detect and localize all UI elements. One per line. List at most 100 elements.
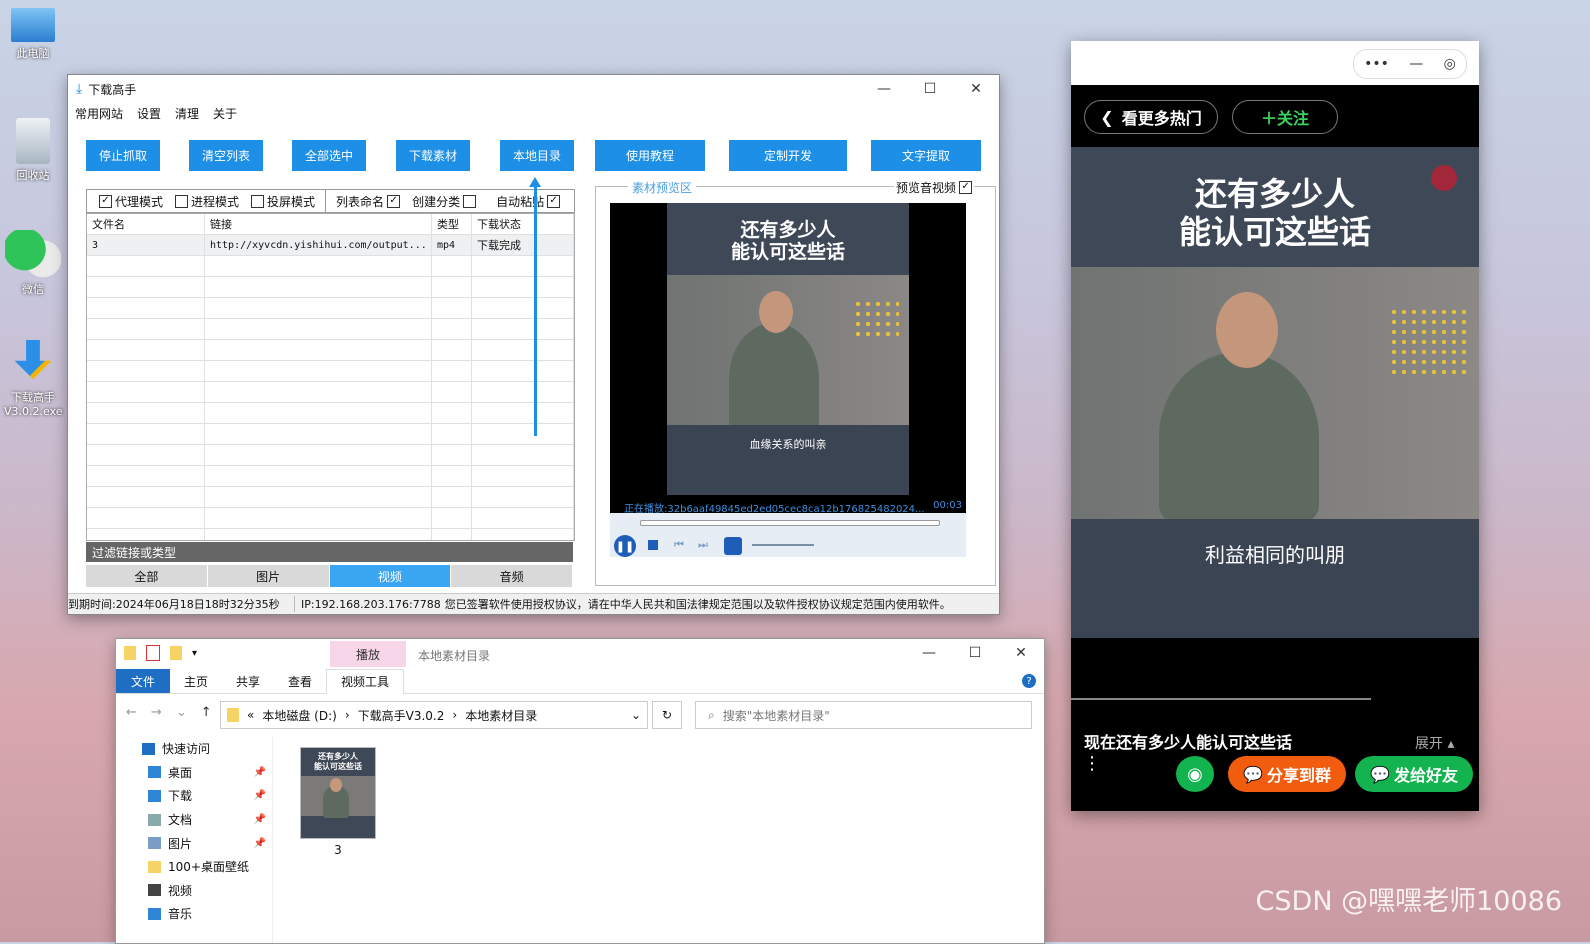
mute-icon[interactable] bbox=[724, 537, 742, 555]
refresh-icon[interactable]: ↻ bbox=[652, 701, 682, 729]
forward-icon[interactable]: → bbox=[151, 705, 162, 720]
menu-about[interactable]: 关于 bbox=[213, 105, 237, 122]
nav-item[interactable]: 视频 bbox=[116, 879, 272, 903]
breadcrumb-item[interactable]: 本地磁盘 (D:) bbox=[262, 707, 336, 724]
menu-common-sites[interactable]: 常用网站 bbox=[75, 105, 123, 122]
close-circle-icon[interactable]: ◎ bbox=[1444, 56, 1456, 72]
breadcrumb-item[interactable]: 本地素材目录 bbox=[465, 707, 537, 724]
pause-icon[interactable]: ❚❚ bbox=[614, 535, 636, 557]
tab-video-tools[interactable]: 视频工具 bbox=[326, 668, 404, 694]
properties-icon[interactable] bbox=[146, 645, 160, 661]
option-create-category[interactable]: 创建分类 bbox=[412, 193, 477, 210]
text-extract-button[interactable]: 文字提取 bbox=[871, 140, 981, 171]
menu-settings[interactable]: 设置 bbox=[137, 105, 161, 122]
address-bar[interactable]: « 本地磁盘 (D:) › 下载高手V3.0.2 › 本地素材目录 ⌄ bbox=[220, 701, 648, 729]
volume-slider[interactable] bbox=[752, 544, 814, 546]
nav-item[interactable]: 100+桌面壁纸 bbox=[116, 855, 272, 879]
close-icon[interactable]: ✕ bbox=[953, 75, 999, 103]
share-friend-button[interactable]: 💬 发给好友 bbox=[1355, 756, 1473, 792]
local-directory-button[interactable]: 本地目录 bbox=[500, 140, 574, 171]
moments-icon[interactable]: ◉ bbox=[1176, 756, 1214, 792]
chevron-down-icon[interactable]: ⌄ bbox=[631, 708, 641, 722]
option-list-naming[interactable]: 列表命名 ✓ bbox=[336, 193, 401, 210]
minimize-icon[interactable]: — bbox=[906, 639, 952, 667]
menu-clean[interactable]: 清理 bbox=[175, 105, 199, 122]
recent-icon[interactable]: ⌄ bbox=[176, 705, 187, 720]
checkbox[interactable]: ✓ bbox=[959, 181, 973, 194]
select-all-button[interactable]: 全部选中 bbox=[292, 140, 366, 171]
nav-item[interactable]: 文档 📌 bbox=[116, 808, 272, 832]
more-hot-button[interactable]: ❮ 看更多热门 bbox=[1084, 100, 1218, 134]
filter-tab-images[interactable]: 图片 bbox=[207, 565, 330, 587]
progress-bar[interactable] bbox=[1071, 698, 1371, 700]
option-cast-mode[interactable]: 投屏模式 bbox=[251, 193, 315, 210]
tab-file[interactable]: 文件 bbox=[116, 669, 170, 693]
nav-item[interactable]: 快速访问 bbox=[116, 737, 272, 761]
maximize-icon[interactable]: ☐ bbox=[952, 639, 998, 667]
desktop-icon-this-pc[interactable]: 此电脑 bbox=[4, 8, 62, 61]
share-group-button[interactable]: 💬 分享到群 bbox=[1228, 756, 1346, 792]
desktop-icon-downloader[interactable]: 下载高手 V3.0.2.exe bbox=[4, 340, 63, 418]
maximize-icon[interactable]: ☐ bbox=[907, 75, 953, 103]
previous-icon[interactable]: ⏮ bbox=[674, 538, 684, 552]
tab-home[interactable]: 主页 bbox=[170, 673, 222, 690]
file-thumbnail[interactable]: 还有多少人 能认可这些话 bbox=[300, 747, 376, 839]
checkbox[interactable]: ✓ bbox=[547, 194, 561, 208]
expand-button[interactable]: 展开 ▴ bbox=[1415, 733, 1454, 753]
nav-item[interactable]: 图片 📌 bbox=[116, 831, 272, 855]
column-header[interactable]: 类型 bbox=[432, 214, 472, 234]
desktop-icon-recycle-bin[interactable]: 回收站 bbox=[4, 118, 62, 183]
column-header[interactable]: 链接 bbox=[205, 214, 432, 234]
pin-icon[interactable]: 📌 bbox=[254, 790, 266, 801]
stop-icon[interactable] bbox=[648, 540, 658, 550]
tab-view[interactable]: 查看 bbox=[274, 673, 326, 690]
search-box[interactable]: ⌕ 搜索"本地素材目录" bbox=[695, 701, 1032, 729]
pin-icon[interactable]: 📌 bbox=[254, 767, 266, 778]
more-vertical-icon[interactable]: ⋮ bbox=[1083, 755, 1101, 773]
folder-icon[interactable] bbox=[124, 646, 136, 660]
help-icon[interactable]: ? bbox=[1022, 674, 1036, 688]
column-header[interactable]: 下载状态 bbox=[472, 214, 574, 234]
video-frame[interactable]: 还有多少人 能认可这些话 利益相同的叫朋 bbox=[1071, 147, 1479, 638]
filter-tab-all[interactable]: 全部 bbox=[86, 565, 208, 587]
desktop-icon-wechat[interactable]: 微信 bbox=[4, 230, 62, 297]
chevron-down-icon[interactable]: ▾ bbox=[192, 648, 197, 659]
video-player[interactable]: 还有多少人 能认可这些话 血缘关系的叫亲 正在播放:32b6aaf49845ed… bbox=[610, 203, 966, 557]
checkbox[interactable]: ✓ bbox=[387, 194, 401, 208]
clear-list-button[interactable]: 清空列表 bbox=[189, 140, 263, 171]
tutorial-button[interactable]: 使用教程 bbox=[595, 140, 705, 171]
filter-tab-video[interactable]: 视频 bbox=[329, 565, 452, 587]
checkbox[interactable] bbox=[175, 194, 189, 208]
seek-bar[interactable] bbox=[640, 520, 940, 526]
minimize-icon[interactable]: — bbox=[861, 75, 907, 103]
nav-item[interactable]: 下载 📌 bbox=[116, 784, 272, 808]
filter-input[interactable]: 过滤链接或类型 bbox=[86, 542, 573, 562]
column-header[interactable]: 文件名 bbox=[87, 214, 205, 234]
pin-icon[interactable]: 📌 bbox=[254, 814, 266, 825]
new-folder-icon[interactable] bbox=[170, 646, 182, 660]
option-auto-paste[interactable]: 自动粘贴 ✓ bbox=[496, 193, 561, 210]
checkbox[interactable] bbox=[251, 194, 265, 208]
stop-capture-button[interactable]: 停止抓取 bbox=[86, 140, 160, 171]
close-icon[interactable]: ✕ bbox=[998, 639, 1044, 667]
file-name[interactable]: 3 bbox=[300, 843, 376, 857]
filter-tab-audio[interactable]: 音频 bbox=[451, 565, 573, 587]
pin-icon[interactable]: 📌 bbox=[254, 838, 266, 849]
checkbox[interactable] bbox=[463, 194, 477, 208]
download-material-button[interactable]: 下载素材 bbox=[396, 140, 470, 171]
custom-dev-button[interactable]: 定制开发 bbox=[729, 140, 847, 171]
option-proxy-mode[interactable]: ✓ 代理模式 bbox=[99, 193, 163, 210]
tab-share[interactable]: 共享 bbox=[222, 673, 274, 690]
minimize-icon[interactable]: — bbox=[1409, 56, 1423, 72]
up-icon[interactable]: ↑ bbox=[201, 705, 212, 720]
preview-av-toggle[interactable]: 预览音视频 ✓ bbox=[894, 179, 975, 196]
follow-button[interactable]: ＋关注 bbox=[1232, 100, 1338, 134]
checkbox[interactable]: ✓ bbox=[99, 194, 112, 208]
nav-item[interactable]: 桌面 📌 bbox=[116, 761, 272, 785]
option-process-mode[interactable]: 进程模式 bbox=[175, 193, 239, 210]
breadcrumb-item[interactable]: 下载高手V3.0.2 bbox=[358, 707, 445, 724]
table-row[interactable]: 3 http://xyvcdn.yishihui.com/output... m… bbox=[87, 235, 574, 256]
back-icon[interactable]: ← bbox=[126, 705, 137, 720]
more-icon[interactable]: ••• bbox=[1364, 56, 1389, 72]
nav-item[interactable]: 音乐 bbox=[116, 902, 272, 926]
